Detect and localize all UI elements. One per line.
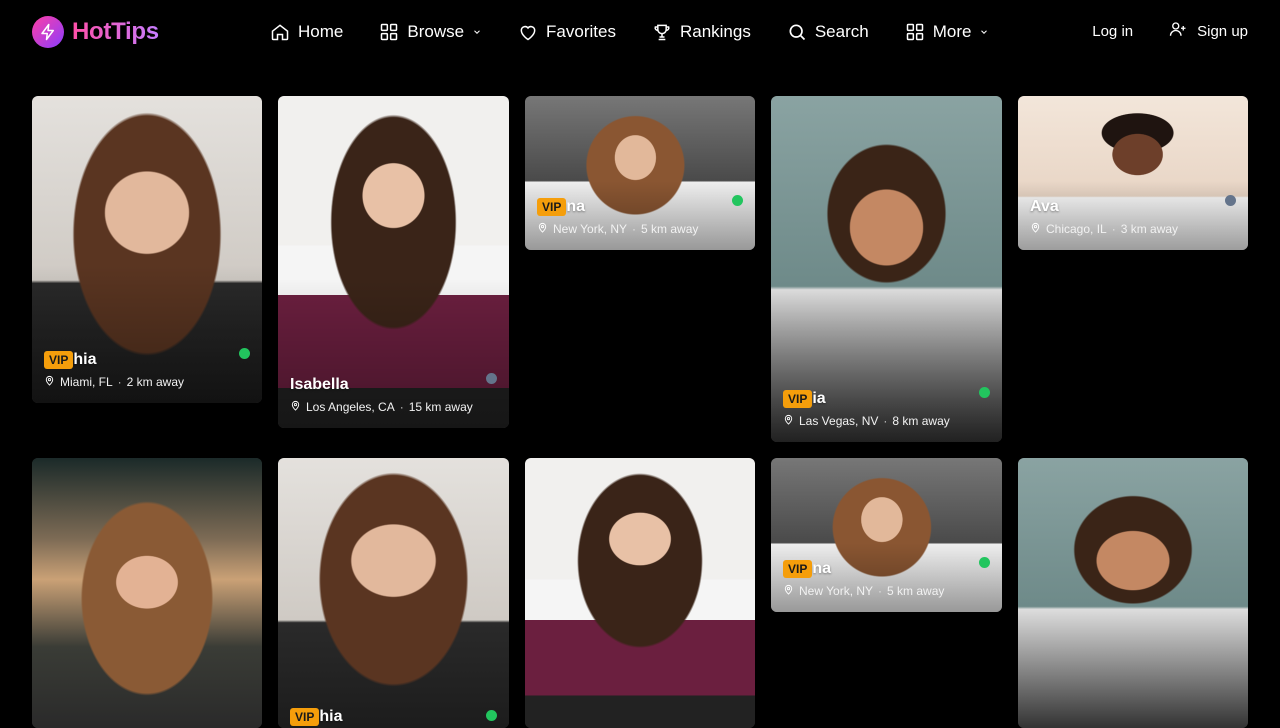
profile-info: Ava Chicago, IL · 3 km away: [1030, 198, 1179, 236]
login-link[interactable]: Log in: [1092, 23, 1133, 40]
profile-photo: [32, 458, 262, 728]
profile-name: na: [812, 560, 832, 577]
nav-browse-label: Browse: [407, 22, 465, 41]
location-pin-icon: [290, 400, 301, 414]
profile-info: VIP hia: [290, 708, 497, 726]
lightning-icon: [32, 16, 64, 48]
grid-icon: [379, 22, 399, 42]
vip-badge: VIP: [783, 560, 813, 578]
profile-location: Los Angeles, CA: [306, 400, 395, 414]
online-status-dot: [239, 348, 250, 359]
vip-badge: VIP: [290, 708, 320, 726]
profile-distance: 15 km away: [408, 400, 473, 414]
profile-photo: [1018, 458, 1248, 728]
profile-card[interactable]: VIP na New York, NY · 5 km away: [771, 458, 1002, 612]
online-status-dot: [486, 710, 497, 721]
profile-card[interactable]: VIP hia: [278, 458, 509, 728]
nav-favorites-label: Favorites: [546, 22, 616, 41]
main-nav: Home Browse Favorites Rankings Search Mo…: [270, 18, 989, 46]
nav-rankings-label: Rankings: [679, 22, 751, 41]
profile-distance: 5 km away: [887, 584, 945, 598]
profile-info: VIP ia Las Vegas, NV · 8 km away: [783, 390, 990, 428]
brand-logo[interactable]: HotTips: [32, 16, 159, 48]
online-status-dot: [979, 557, 990, 568]
nav-search-label: Search: [814, 22, 869, 41]
vip-badge: VIP: [44, 351, 74, 369]
nav-home-label: Home: [298, 22, 344, 41]
location-pin-icon: [1030, 222, 1041, 236]
profile-info: VIP hia Miami, FL · 2 km away: [44, 351, 250, 389]
profile-card[interactable]: VIP hia Miami, FL · 2 km away: [32, 96, 262, 403]
location-pin-icon: [783, 414, 794, 428]
nav-more-label: More: [932, 22, 972, 41]
profile-distance: 8 km away: [892, 414, 950, 428]
profile-name: Isabella: [290, 376, 349, 393]
nav-more[interactable]: More: [905, 22, 990, 42]
profile-card[interactable]: VIP na New York, NY · 5 km away: [525, 96, 755, 250]
chevron-down-icon: [979, 27, 989, 37]
profile-info: VIP na New York, NY · 5 km away: [783, 560, 990, 598]
auth-links: Log in Sign up: [1092, 20, 1248, 42]
offline-status-dot: [1225, 195, 1236, 206]
profile-name: ia: [812, 390, 826, 407]
nav-favorites[interactable]: Favorites: [518, 22, 616, 42]
profile-distance: 5 km away: [641, 222, 699, 236]
nav-rankings[interactable]: Rankings: [652, 22, 751, 42]
profile-card[interactable]: Ava Chicago, IL · 3 km away: [1018, 96, 1248, 250]
profile-name: hia: [73, 351, 97, 368]
profile-distance: 2 km away: [126, 375, 185, 389]
profile-card[interactable]: VIP ia Las Vegas, NV · 8 km away: [771, 96, 1002, 442]
profile-photo: [278, 458, 509, 728]
offline-status-dot: [486, 373, 497, 384]
trophy-icon: [652, 22, 672, 42]
profile-info: VIP na New York, NY · 5 km away: [537, 198, 743, 236]
vip-badge: VIP: [537, 198, 567, 216]
location-pin-icon: [783, 584, 794, 598]
top-navbar: HotTips Home Browse Favorites Rankings S…: [0, 0, 1280, 64]
vip-badge: VIP: [783, 390, 813, 408]
profile-location: Las Vegas, NV: [799, 414, 879, 428]
online-status-dot: [979, 387, 990, 398]
signup-label: Sign up: [1197, 22, 1248, 40]
nav-home[interactable]: Home: [270, 22, 343, 42]
search-icon: [787, 22, 807, 42]
profile-location: Miami, FL: [60, 375, 113, 389]
brand-name: HotTips: [72, 18, 159, 45]
signup-link[interactable]: Sign up: [1169, 20, 1248, 42]
profile-distance: 3 km away: [1120, 222, 1179, 236]
location-pin-icon: [44, 375, 55, 389]
online-status-dot: [732, 195, 743, 206]
profile-photo: [525, 458, 755, 728]
profile-location: Chicago, IL: [1046, 222, 1107, 236]
profile-card[interactable]: [32, 458, 262, 728]
nav-browse[interactable]: Browse: [379, 22, 482, 42]
profile-name: Ava: [1030, 198, 1059, 215]
home-icon: [270, 22, 290, 42]
profile-location: New York, NY: [799, 584, 874, 598]
profile-location: New York, NY: [553, 222, 628, 236]
profile-info: Isabella Los Angeles, CA · 15 km away: [290, 376, 473, 414]
grid-icon: [905, 22, 925, 42]
add-user-icon: [1169, 20, 1187, 42]
profile-card[interactable]: [525, 458, 755, 728]
location-pin-icon: [537, 222, 548, 236]
chevron-down-icon: [472, 27, 482, 37]
profile-name: hia: [319, 708, 343, 725]
heart-icon: [518, 22, 538, 42]
nav-search[interactable]: Search: [787, 22, 869, 42]
profile-card[interactable]: Isabella Los Angeles, CA · 15 km away: [278, 96, 509, 428]
profile-name: na: [566, 198, 586, 215]
profile-card[interactable]: [1018, 458, 1248, 728]
